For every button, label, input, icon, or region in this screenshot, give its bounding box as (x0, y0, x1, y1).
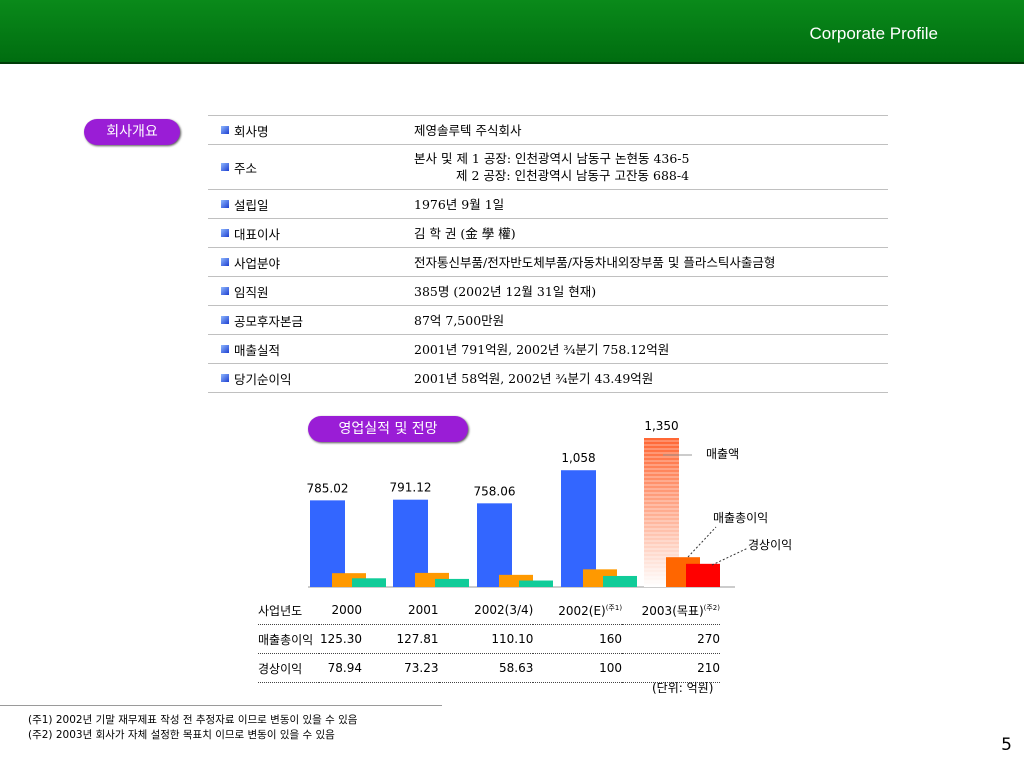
bar-ordinary-profit (603, 575, 637, 587)
footnote-2: (주2) 2003년 회사가 자체 설정한 목표치 이므로 변동이 있을 수 있… (28, 729, 335, 741)
legend-gross: 매출총이익 (713, 511, 768, 525)
legend-leader (687, 526, 717, 558)
legend-leader (711, 547, 749, 566)
bar-ordinary-profit (519, 580, 553, 587)
bar-sales (477, 503, 512, 587)
value-cell: 270 (622, 624, 720, 654)
table-row: 경상이익 78.94 73.23 58.63 100 210 (258, 653, 720, 683)
value-cell: 73.23 (362, 653, 439, 683)
value-cell: 160 (533, 624, 623, 654)
footnotes: (주1) 2002년 기말 재무제표 작성 전 추정자료 이므로 변동이 있을 … (28, 713, 357, 743)
table-row: 사업년도 2000 2001 2002(3/4) 2002(E)(주1) 2003(목표)… (258, 596, 720, 625)
bar-ordinary-profit (352, 578, 386, 587)
data-label: 1,058 (561, 451, 595, 465)
value-cell: 125.30 (319, 624, 363, 654)
unit-note: (단위: 억원) (652, 681, 714, 695)
row-label: 사업년도 (258, 596, 320, 625)
table-row: 매출총이익 125.30 127.81 110.10 160 270 (258, 624, 720, 654)
legend-ordinary: 경상이익 (748, 538, 792, 552)
legend-sales: 매출액 (706, 447, 739, 461)
data-label: 785.02 (307, 481, 349, 495)
value-cell: 78.94 (319, 653, 363, 683)
data-label: 1,350 (644, 419, 678, 433)
year-cell: 2002(3/4) (438, 596, 534, 625)
row-label: 매출총이익 (258, 624, 320, 654)
value-cell: 110.10 (438, 624, 534, 654)
row-label: 경상이익 (258, 653, 320, 683)
value-cell: 127.81 (362, 624, 439, 654)
footnote-marker: (주2) (703, 603, 720, 612)
footnote-marker: (주1) (605, 603, 623, 612)
bar-ordinary-profit (435, 578, 469, 587)
value-cell: 58.63 (438, 653, 534, 683)
bar-ordinary-profit (686, 563, 720, 587)
footnote-1: (주1) 2002년 기말 재무제표 작성 전 추정자료 이므로 변동이 있을 … (28, 714, 358, 726)
year-cell: 2002(E)(주1) (533, 596, 623, 625)
data-label: 758.06 (474, 484, 516, 498)
data-label: 791.12 (390, 481, 432, 495)
year-cell: 2003(목표)(주2) (622, 596, 720, 625)
page-number: 5 (1001, 735, 1012, 755)
year-cell: 2001 (362, 596, 439, 625)
year-cell: 2000 (319, 596, 363, 625)
value-cell: 100 (533, 653, 623, 683)
footnote-divider (0, 705, 442, 706)
performance-table: 사업년도 2000 2001 2002(3/4) 2002(E)(주1) 2003(목표)… (258, 596, 720, 683)
